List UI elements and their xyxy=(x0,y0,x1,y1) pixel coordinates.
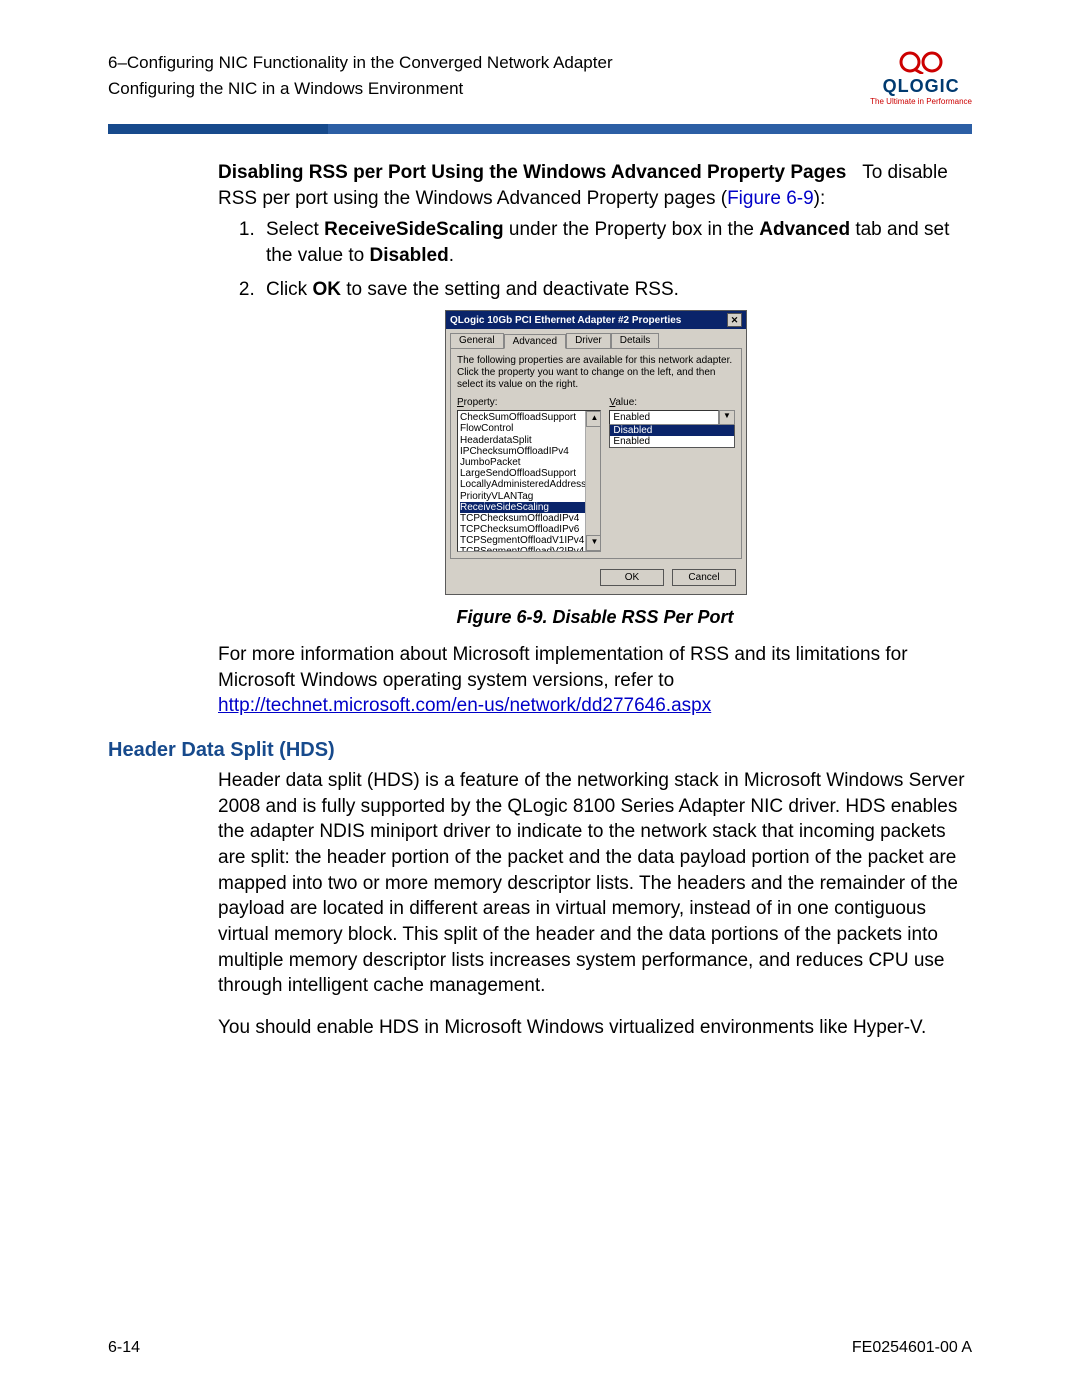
intro-close: ): xyxy=(814,188,826,209)
s1-t4: . xyxy=(449,245,454,266)
page-number: 6-14 xyxy=(108,1339,140,1357)
s1-b3: Disabled xyxy=(370,245,449,266)
property-listbox[interactable]: CheckSumOffloadSupportFlowControlHeaderd… xyxy=(457,410,601,552)
main-content: Disabling RSS per Port Using the Windows… xyxy=(108,160,972,1041)
document-page: 6–Configuring NIC Functionality in the C… xyxy=(0,0,1080,1397)
more-info-para: For more information about Microsoft imp… xyxy=(218,642,972,719)
property-label: Property: xyxy=(457,397,601,408)
qlogic-logo: QLOGIC The Ultimate in Performance xyxy=(870,50,972,106)
more-info-text: For more information about Microsoft imp… xyxy=(218,644,908,691)
property-item[interactable]: JumboPacket xyxy=(460,457,598,468)
scroll-down-icon[interactable]: ▼ xyxy=(586,535,601,551)
doc-id: FE0254601-00 A xyxy=(852,1339,972,1357)
dialog-tabs: General Advanced Driver Details xyxy=(450,333,742,348)
tab-advanced[interactable]: Advanced xyxy=(504,334,566,349)
close-icon[interactable]: ✕ xyxy=(727,313,742,327)
hds-para-1: Header data split (HDS) is a feature of … xyxy=(218,768,972,999)
property-item[interactable]: FlowControl xyxy=(460,423,598,434)
figure-reference[interactable]: Figure 6-9 xyxy=(727,188,814,209)
logo-mark-icon xyxy=(896,50,946,74)
dialog-description: The following properties are available f… xyxy=(457,355,735,391)
section-hds-title: Header Data Split (HDS) xyxy=(108,739,972,762)
s1-b1: ReceiveSideScaling xyxy=(324,219,504,240)
s1-t2: under the Property box in the xyxy=(504,219,760,240)
header-rule xyxy=(108,124,972,134)
dialog-figure: QLogic 10Gb PCI Ethernet Adapter #2 Prop… xyxy=(445,310,745,595)
logo-tagline: The Ultimate in Performance xyxy=(870,97,972,106)
property-item[interactable]: HeaderdataSplit xyxy=(460,435,598,446)
property-item[interactable]: TCPChecksumOffloadIPv6 xyxy=(460,524,598,535)
dialog-titlebar[interactable]: QLogic 10Gb PCI Ethernet Adapter #2 Prop… xyxy=(446,311,746,329)
intro-title: Disabling RSS per Port Using the Windows… xyxy=(218,162,846,183)
value-combobox[interactable]: Enabled ▼ xyxy=(609,410,735,425)
value-dropdown-list[interactable]: DisabledEnabled xyxy=(609,424,735,448)
value-label: Value: xyxy=(609,397,735,408)
tab-details[interactable]: Details xyxy=(611,333,660,348)
page-header: 6–Configuring NIC Functionality in the C… xyxy=(108,50,972,106)
cancel-button[interactable]: Cancel xyxy=(672,569,736,586)
s1-t1: Select xyxy=(266,219,324,240)
s2-t1: Click xyxy=(266,279,312,300)
s2-t2: to save the setting and deactivate RSS. xyxy=(341,279,679,300)
header-line1: 6–Configuring NIC Functionality in the C… xyxy=(108,50,613,76)
properties-dialog: QLogic 10Gb PCI Ethernet Adapter #2 Prop… xyxy=(445,310,747,595)
value-current: Enabled xyxy=(609,410,719,425)
scrollbar[interactable]: ▲ ▼ xyxy=(585,411,600,551)
header-line2: Configuring the NIC in a Windows Environ… xyxy=(108,76,613,102)
scroll-up-icon[interactable]: ▲ xyxy=(586,411,601,427)
dialog-title: QLogic 10Gb PCI Ethernet Adapter #2 Prop… xyxy=(450,315,681,326)
technet-link[interactable]: http://technet.microsoft.com/en-us/netwo… xyxy=(218,695,711,716)
property-item[interactable]: IPChecksumOffloadIPv4 xyxy=(460,446,598,457)
step-1: Select ReceiveSideScaling under the Prop… xyxy=(260,217,972,268)
s1-b2: Advanced xyxy=(759,219,850,240)
page-footer: 6-14 FE0254601-00 A xyxy=(108,1339,972,1357)
value-option[interactable]: Disabled xyxy=(610,425,734,436)
property-item[interactable]: TCPSegmentOffloadV2IPv4 xyxy=(460,546,598,552)
property-item[interactable]: CheckSumOffloadSupport xyxy=(460,412,598,423)
value-option[interactable]: Enabled xyxy=(610,436,734,447)
steps-list: Select ReceiveSideScaling under the Prop… xyxy=(218,217,972,302)
tab-general[interactable]: General xyxy=(450,333,504,348)
logo-brand: QLOGIC xyxy=(870,76,972,97)
property-item[interactable]: TCPChecksumOffloadIPv4 xyxy=(460,513,598,524)
property-item[interactable]: PriorityVLANTag xyxy=(460,491,598,502)
hds-para-2: You should enable HDS in Microsoft Windo… xyxy=(218,1015,972,1041)
chevron-down-icon[interactable]: ▼ xyxy=(719,410,735,425)
ok-button[interactable]: OK xyxy=(600,569,664,586)
property-item[interactable]: TCPSegmentOffloadV1IPv4 xyxy=(460,535,598,546)
header-text: 6–Configuring NIC Functionality in the C… xyxy=(108,50,613,101)
intro-paragraph: Disabling RSS per Port Using the Windows… xyxy=(218,160,972,211)
tab-driver[interactable]: Driver xyxy=(566,333,611,348)
property-item[interactable]: LocallyAdministeredAddress xyxy=(460,479,598,490)
property-item[interactable]: ReceiveSideScaling xyxy=(460,502,598,513)
step-2: Click OK to save the setting and deactiv… xyxy=(260,277,972,303)
dialog-body: The following properties are available f… xyxy=(450,348,742,559)
s2-b1: OK xyxy=(312,279,341,300)
figure-caption: Figure 6-9. Disable RSS Per Port xyxy=(218,607,972,628)
property-item[interactable]: LargeSendOffloadSupport xyxy=(460,468,598,479)
